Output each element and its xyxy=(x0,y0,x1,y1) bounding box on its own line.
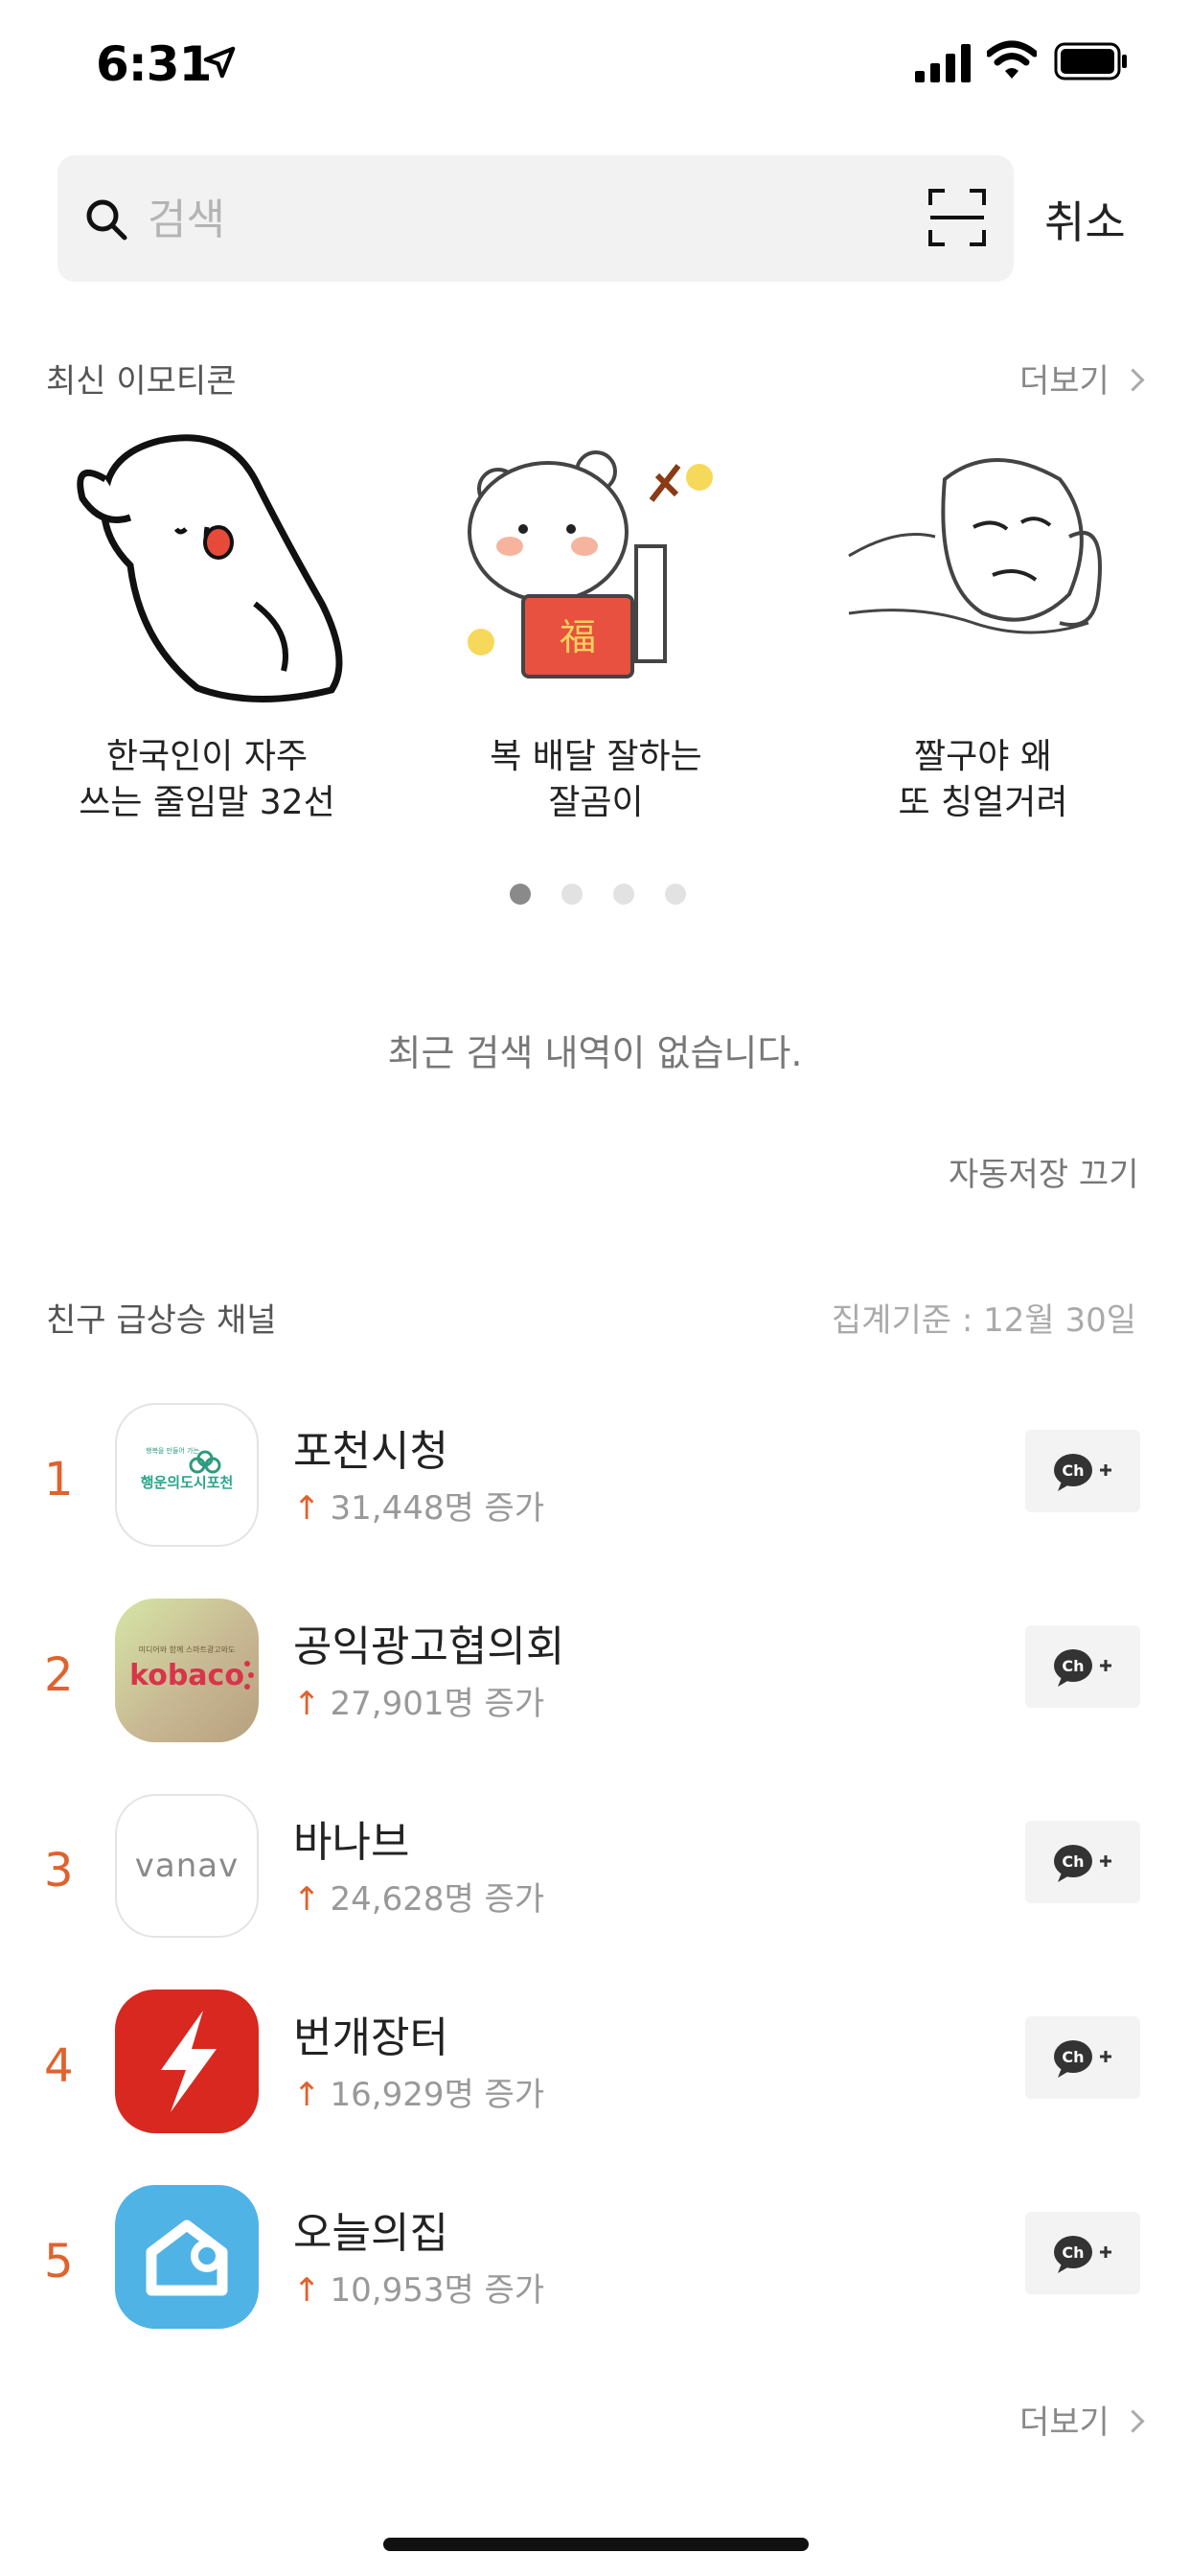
up-arrow-icon: ↑ xyxy=(293,2076,321,2114)
rank-number: 5 xyxy=(44,2235,74,2288)
emoticon-card[interactable]: 한국인이 자주 쓰는 줄임말 32선 xyxy=(34,422,379,834)
kobaco-logo: 미디어와 함께 스마트광고와도 kobaco xyxy=(115,1598,259,1742)
chevron-right-icon xyxy=(1121,2409,1145,2433)
svg-text:미디어와 함께 스마트광고와도: 미디어와 함께 스마트광고와도 xyxy=(139,1644,236,1654)
pagination-dot[interactable] xyxy=(561,884,583,905)
svg-text:행운의도시포천: 행운의도시포천 xyxy=(141,1474,234,1491)
battery-icon xyxy=(1054,42,1127,80)
scan-icon[interactable] xyxy=(927,188,987,247)
channel-increase: ↑ 24,628명 증가 xyxy=(293,1880,545,1919)
add-channel-button[interactable]: Ch xyxy=(1025,2016,1140,2099)
rank-number: 4 xyxy=(44,2039,74,2093)
channel-increase: ↑ 31,448명 증가 xyxy=(293,1489,545,1528)
wifi-icon xyxy=(987,40,1037,79)
channel-increase: ↑ 27,901명 증가 xyxy=(293,1685,545,1723)
channel-name: 번개장터 xyxy=(293,2013,448,2062)
home-indicator xyxy=(383,2538,809,2551)
channel-name: 포천시청 xyxy=(293,1427,448,1476)
channel-name: 오늘의집 xyxy=(293,2209,448,2258)
add-channel-button[interactable]: Ch xyxy=(1025,1625,1140,1708)
pagination-dot-active[interactable] xyxy=(510,884,531,905)
svg-text:vanav: vanav xyxy=(135,1847,239,1885)
up-arrow-icon: ↑ xyxy=(293,2271,321,2310)
channel-name: 공익광고협의회 xyxy=(293,1622,565,1671)
cancel-button[interactable]: 취소 xyxy=(1044,188,1126,251)
rank-number: 2 xyxy=(44,1648,74,1702)
more-label: 더보기 xyxy=(1019,2404,1110,2442)
svg-text:福: 福 xyxy=(560,616,596,658)
up-arrow-icon: ↑ xyxy=(293,1489,321,1528)
channel-increase: ↑ 16,929명 증가 xyxy=(293,2076,545,2114)
rank-number: 3 xyxy=(44,1844,74,1898)
svg-text:Ch: Ch xyxy=(1062,1461,1084,1480)
ohouse-logo xyxy=(115,2185,259,2329)
aggregation-basis: 집계기준 : 12월 30일 xyxy=(831,1301,1136,1340)
emoticon-bear-image: 福 xyxy=(468,450,713,678)
add-channel-button[interactable]: Ch xyxy=(1025,1430,1140,1512)
svg-text:행복을 만들어 가는: 행복을 만들어 가는 xyxy=(146,1446,200,1455)
latest-emoticons-more[interactable]: 더보기 xyxy=(1019,355,1145,402)
rank-number: 1 xyxy=(44,1453,74,1506)
autosave-off-button[interactable]: 자동저장 끄기 xyxy=(949,1148,1139,1195)
svg-text:Ch: Ch xyxy=(1062,2243,1084,2262)
chevron-right-icon xyxy=(1121,368,1145,392)
emoticon-card[interactable]: 福 복 배달 잘하는 잘곰이 xyxy=(423,422,768,834)
status-time: 6:31 xyxy=(96,36,212,92)
rising-channels-title: 친구 급상승 채널 xyxy=(46,1301,277,1340)
cellular-signal-icon xyxy=(915,44,971,82)
vanav-logo: vanav xyxy=(115,1794,259,1938)
rising-channels-more[interactable]: 더보기 xyxy=(1019,2396,1145,2443)
bunjang-logo xyxy=(115,1990,259,2133)
emoticon-title: 한국인이 자주 쓰는 줄임말 32선 xyxy=(79,737,335,822)
recent-search-empty-message: 최근 검색 내역이 없습니다. xyxy=(387,1032,803,1074)
svg-text:Ch: Ch xyxy=(1062,1852,1084,1871)
up-arrow-icon: ↑ xyxy=(293,1880,321,1919)
location-arrow-icon xyxy=(203,46,236,79)
pocheon-logo: 행복을 만들어 가는 행운의도시포천 xyxy=(115,1403,259,1547)
emoticon-character-image xyxy=(77,434,343,703)
add-channel-button[interactable]: Ch xyxy=(1025,2212,1140,2294)
channel-name: 바나브 xyxy=(293,1818,410,1867)
search-icon xyxy=(86,199,127,241)
carousel-pagination xyxy=(510,884,692,907)
svg-text:kobaco: kobaco xyxy=(129,1659,244,1692)
emoticon-sleeping-man-image xyxy=(848,458,1102,634)
up-arrow-icon: ↑ xyxy=(293,1685,321,1723)
pagination-dot[interactable] xyxy=(665,884,686,905)
search-input[interactable] xyxy=(146,184,897,255)
emoticon-title: 복 배달 잘하는 잘곰이 xyxy=(490,737,702,822)
pagination-dot[interactable] xyxy=(613,884,634,905)
add-channel-button[interactable]: Ch xyxy=(1025,1821,1140,1903)
more-label: 더보기 xyxy=(1019,362,1110,401)
svg-text:Ch: Ch xyxy=(1062,2048,1084,2066)
channel-increase: ↑ 10,953명 증가 xyxy=(293,2271,545,2310)
latest-emoticons-title: 최신 이모티콘 xyxy=(46,362,237,401)
svg-text:Ch: Ch xyxy=(1062,1657,1084,1675)
emoticon-card[interactable]: 짤구야 왜 또 칭얼거려 xyxy=(811,422,1156,834)
emoticon-title: 짤구야 왜 또 칭얼거려 xyxy=(898,737,1068,822)
